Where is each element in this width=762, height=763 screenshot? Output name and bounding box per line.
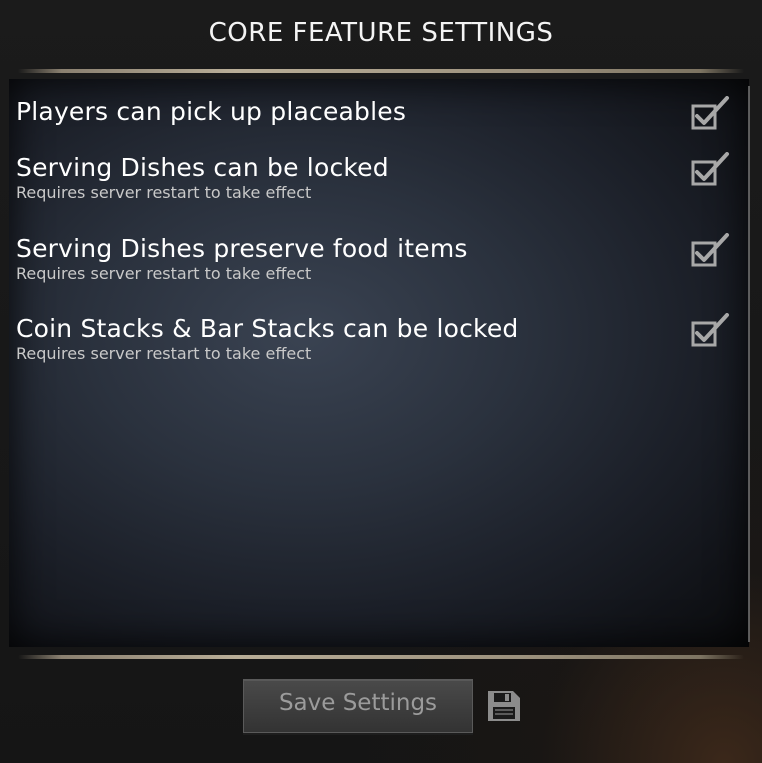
setting-row-coin-bar-stacks-locked: Coin Stacks & Bar Stacks can be locked R… (16, 314, 736, 364)
setting-note: Requires server restart to take effect (16, 344, 312, 363)
checkbox-checked-icon (691, 313, 729, 347)
settings-panel: CORE FEATURE SETTINGS Players can pick u… (0, 0, 762, 763)
panel-title: CORE FEATURE SETTINGS (208, 18, 554, 48)
setting-label: Coin Stacks & Bar Stacks can be locked (16, 314, 519, 343)
setting-row-pick-up-placeables: Players can pick up placeables (16, 97, 736, 127)
setting-label: Serving Dishes preserve food items (16, 234, 468, 263)
save-settings-button[interactable]: Save Settings (243, 679, 473, 733)
floppy-disk-icon[interactable] (486, 689, 522, 723)
checkbox-pick-up-placeables[interactable] (690, 96, 730, 132)
setting-note: Requires server restart to take effect (16, 183, 312, 202)
setting-note: Requires server restart to take effect (16, 264, 312, 283)
checkbox-checked-icon (691, 152, 729, 186)
setting-label: Players can pick up placeables (16, 97, 407, 126)
checkbox-serving-dishes-preserve[interactable] (690, 233, 730, 269)
checkbox-checked-icon (691, 233, 729, 267)
setting-label: Serving Dishes can be locked (16, 153, 389, 182)
checkbox-serving-dishes-locked[interactable] (690, 152, 730, 188)
setting-row-serving-dishes-preserve: Serving Dishes preserve food items Requi… (16, 234, 736, 284)
top-divider (18, 69, 744, 73)
bottom-divider (18, 655, 744, 659)
checkbox-checked-icon (691, 96, 729, 130)
setting-row-serving-dishes-locked: Serving Dishes can be locked Requires se… (16, 153, 736, 203)
checkbox-coin-bar-stacks-locked[interactable] (690, 313, 730, 349)
scrollbar[interactable] (748, 86, 750, 642)
